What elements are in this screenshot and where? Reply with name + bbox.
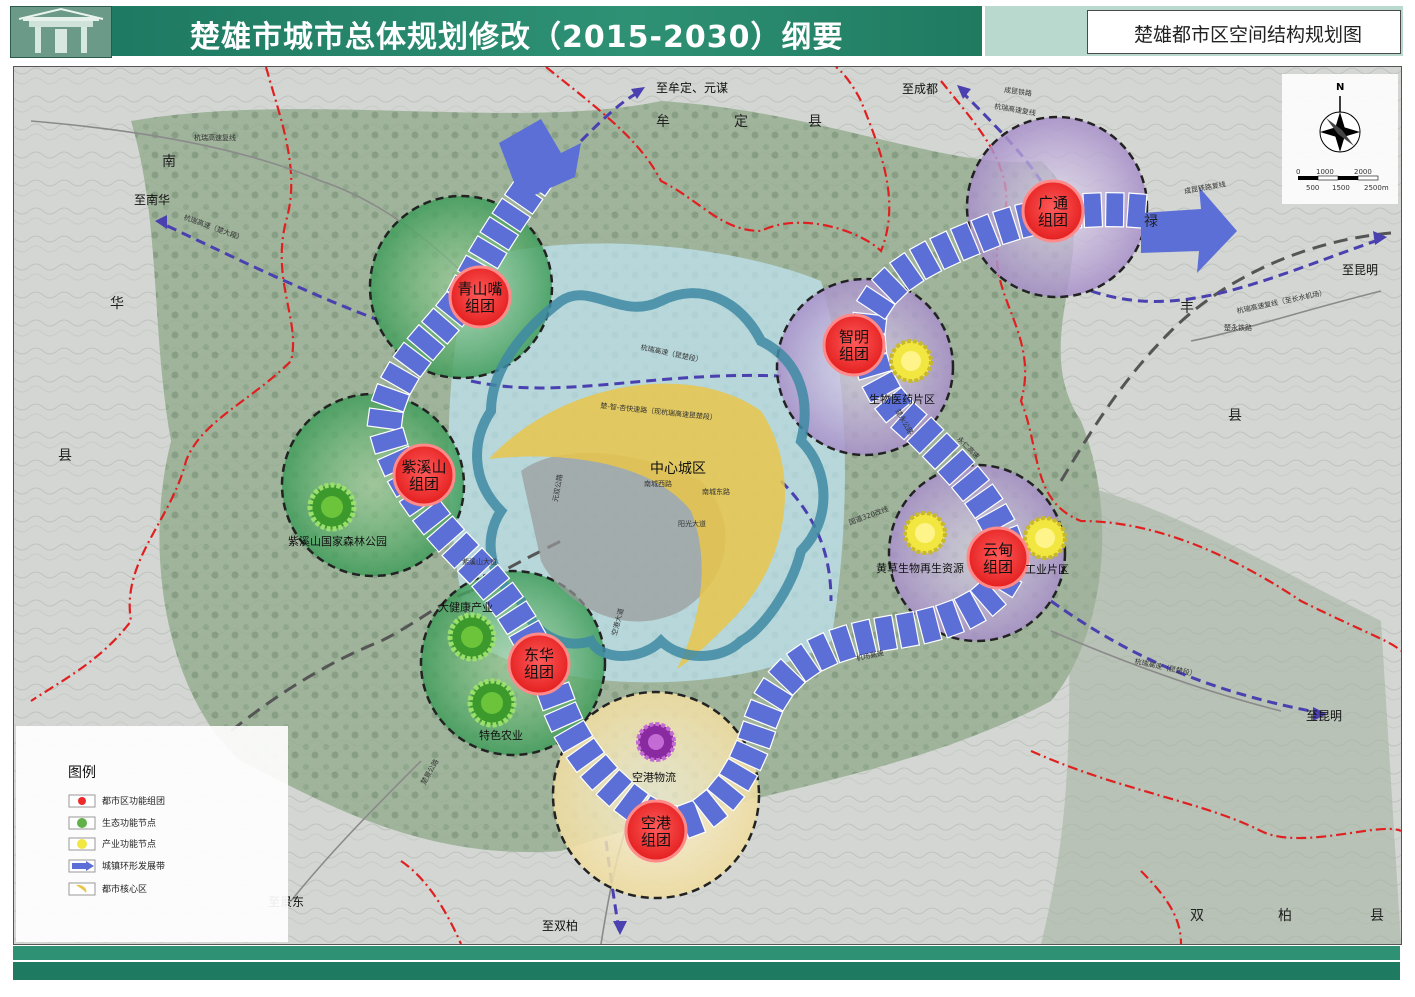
label-bio-medicine: 生物医药片区 bbox=[869, 393, 935, 406]
cluster-label-konggang: 空港 组团 bbox=[640, 814, 671, 849]
footer-bar-top bbox=[13, 946, 1400, 960]
band-segment bbox=[1104, 191, 1125, 228]
label-center-city: 中心城区 bbox=[650, 461, 706, 477]
band-segment bbox=[1082, 192, 1104, 229]
band-segment bbox=[366, 407, 404, 432]
dest-kunming-top: 至昆明 bbox=[1342, 263, 1379, 277]
legend-item-cluster: 都市区功能组团 bbox=[68, 794, 165, 810]
header: 楚雄市城市总体规划修改（2015-2030）纲要 楚雄都市区空间结构规划图 bbox=[0, 0, 1415, 62]
compass-panel: N 0 1000 2000 500 1500 2500m bbox=[1282, 74, 1398, 204]
cluster-label-yundian: 云甸 组团 bbox=[982, 541, 1013, 576]
dest-nanhua: 至南华 bbox=[134, 193, 171, 207]
green-node-icon bbox=[68, 816, 96, 830]
label-zixishan-park: 紫溪山国家森林公园 bbox=[288, 535, 387, 548]
label-health-industry: 大健康产业 bbox=[438, 601, 493, 614]
road-zixishan-ave: 紫溪山大道 bbox=[462, 558, 497, 566]
county-xian-bottom: 县 bbox=[1370, 908, 1384, 924]
footer-bar-bottom bbox=[13, 962, 1400, 980]
cluster-label-zhiming: 智明 组团 bbox=[838, 328, 869, 363]
scale-2500m: 2500m bbox=[1364, 184, 1389, 192]
dest-kunming-bottom: 至昆明 bbox=[1306, 709, 1343, 723]
scale-500: 500 bbox=[1306, 184, 1320, 192]
legend-item-industry-node: 产业功能节点 bbox=[68, 837, 156, 853]
page-title: 楚雄市城市总体规划修改（2015-2030）纲要 bbox=[190, 20, 844, 55]
road-hangrui-fu: 杭瑞高速复线 bbox=[194, 134, 236, 142]
legend-panel: 图例 都市区功能组团 生态功能节点 产业功能节点 城镇环形发展带 都市核心区 bbox=[16, 726, 288, 942]
county-feng: 丰 bbox=[1180, 300, 1194, 316]
scale-1500: 1500 bbox=[1332, 184, 1350, 192]
yellow-crescent-icon bbox=[68, 882, 96, 896]
county-shuang: 双 bbox=[1190, 908, 1204, 924]
logistics-node bbox=[636, 722, 676, 762]
dest-mouding-yuanmou: 至牟定、元谋 bbox=[656, 81, 729, 95]
road-nancheng-east: 南城东路 bbox=[702, 488, 730, 496]
dest-shuangbai: 至双柏 bbox=[542, 919, 579, 933]
dest-chengdu: 至成都 bbox=[902, 82, 939, 96]
county-bai: 柏 bbox=[1278, 908, 1292, 924]
road-chuyong-rail: 楚永铁路 bbox=[1224, 324, 1252, 332]
road-nancheng-west: 南城西路 bbox=[644, 480, 672, 488]
cluster-label-guangtong: 广通 组团 bbox=[1037, 194, 1068, 229]
road-yangguang: 阳光大道 bbox=[678, 520, 706, 528]
scale-0: 0 bbox=[1296, 168, 1301, 176]
label-bio-renewable: 黄草生物再生资源 bbox=[876, 562, 964, 575]
cluster-label-donghua: 东华 组团 bbox=[523, 646, 554, 681]
legend-item-eco-node: 生态功能节点 bbox=[68, 816, 156, 832]
legend-item-ring-band: 城镇环形发展带 bbox=[68, 859, 165, 875]
legend-item-core: 都市核心区 bbox=[68, 882, 147, 898]
legend-title: 图例 bbox=[68, 765, 96, 781]
scale-1000: 1000 bbox=[1316, 168, 1334, 176]
map-subtitle: 楚雄都市区空间结构规划图 bbox=[1134, 24, 1363, 46]
county-xian-top: 县 bbox=[808, 114, 822, 130]
county-mou: 牟 bbox=[656, 114, 670, 130]
county-lu: 禄 bbox=[1144, 214, 1158, 230]
county-xian-left: 县 bbox=[58, 448, 72, 464]
header-logo-image bbox=[10, 6, 112, 58]
blue-arrow-icon bbox=[68, 859, 96, 873]
red-circle-icon bbox=[68, 794, 96, 808]
cluster-label-zixishan: 紫溪山 组团 bbox=[401, 458, 447, 493]
yellow-node-icon bbox=[68, 837, 96, 851]
county-hua: 华 bbox=[110, 296, 124, 312]
label-industry-zone: 工业片区 bbox=[1025, 563, 1069, 576]
cluster-label-qingshanzui: 青山嘴 组团 bbox=[457, 280, 503, 315]
county-xian-right: 县 bbox=[1228, 408, 1242, 424]
county-ding: 定 bbox=[734, 114, 748, 130]
label-specialty-agri: 特色农业 bbox=[479, 729, 523, 742]
county-nan: 南 bbox=[162, 154, 176, 170]
label-airport-logistics: 空港物流 bbox=[632, 771, 676, 784]
scale-2000: 2000 bbox=[1354, 168, 1372, 176]
